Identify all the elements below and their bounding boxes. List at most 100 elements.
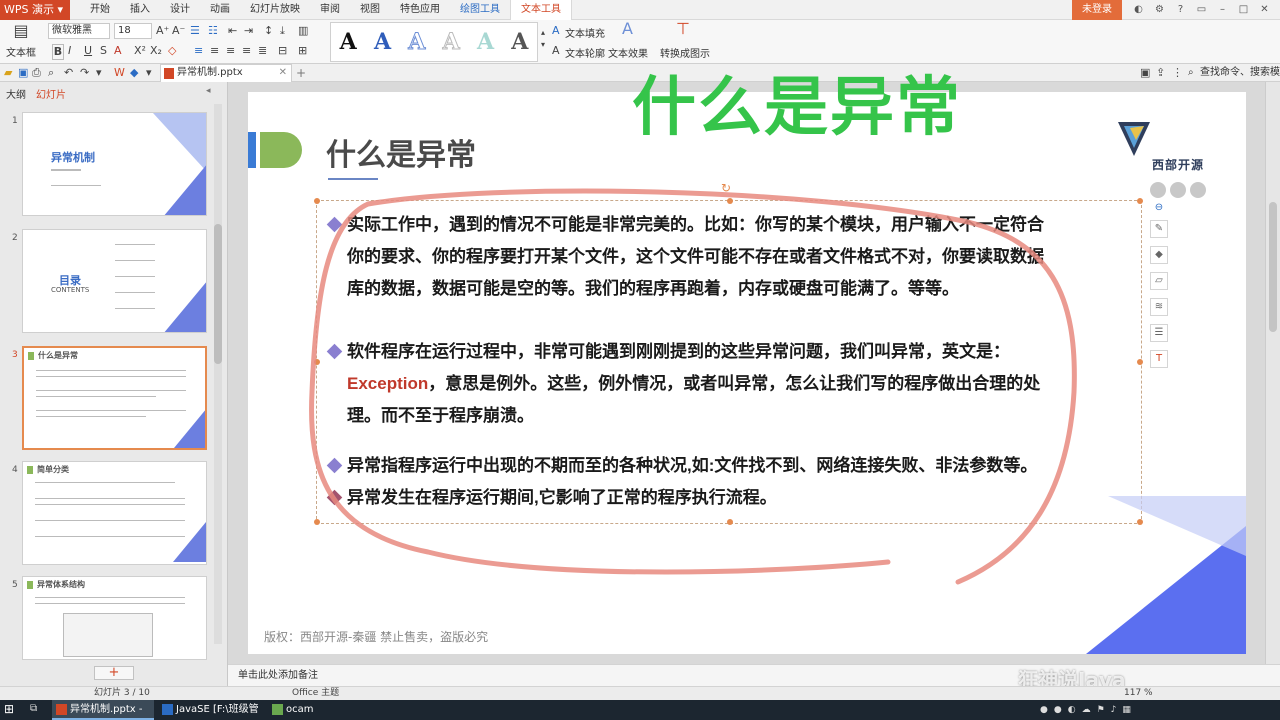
task-view-icon[interactable]: ⧉ [30, 703, 37, 714]
dot-button[interactable] [1150, 182, 1166, 198]
taskbar-item-javase[interactable]: JavaSE [F:\班级管理\... [158, 700, 264, 720]
minimize-icon[interactable]: – [1212, 0, 1233, 20]
app-menu-button[interactable]: WPS 演示 ▾ [0, 0, 70, 20]
align-tool-icon[interactable]: ☰ [1150, 324, 1168, 342]
line-spacing-icon[interactable]: ↕ [264, 24, 273, 38]
windows-start-icon[interactable]: ⊞ [4, 702, 14, 716]
text-fill-button[interactable]: 文本填充 [565, 25, 605, 40]
pane-close-icon[interactable]: ◂ [206, 86, 211, 96]
view-icon[interactable]: ▣ [1140, 66, 1150, 80]
dot-button[interactable] [1170, 182, 1186, 198]
gallery-down-icon[interactable]: ▾ [541, 38, 545, 52]
text-outline-button[interactable]: 文本轮廓 [565, 45, 605, 60]
print-icon[interactable]: ⎙ [32, 66, 41, 80]
font-name-select[interactable]: 微软雅黑 [48, 23, 110, 39]
open-folder-icon[interactable]: ▰ [4, 66, 12, 80]
align-right-icon[interactable]: ≡ [226, 44, 235, 58]
text-style-black[interactable]: A [340, 29, 357, 55]
wps-icon[interactable]: W [114, 66, 125, 80]
volume-icon[interactable]: ♪ [1111, 705, 1117, 715]
text-style-blue[interactable]: A [374, 29, 391, 55]
text-fill-icon[interactable]: A [552, 24, 560, 38]
tab-list-icon[interactable]: ▾ [146, 66, 152, 80]
zoom-out-icon[interactable]: ⊖ [1150, 200, 1168, 218]
thumbnail-scrollbar[interactable] [214, 104, 222, 644]
customize-icon[interactable]: ▾ [96, 66, 102, 80]
indent-decrease-icon[interactable]: ⇤ [228, 24, 237, 38]
taskbar-item-wps[interactable]: 异常机制.pptx - WP... [52, 700, 154, 720]
redo-icon[interactable]: ↷ [80, 66, 89, 80]
undo-icon[interactable]: ↶ [64, 66, 73, 80]
tab-drawing-tools[interactable]: 绘图工具 [450, 0, 510, 20]
underline-icon[interactable]: U [84, 44, 92, 58]
text-effect-icon[interactable]: A [622, 21, 633, 37]
outline-icon[interactable]: ▱ [1150, 272, 1168, 290]
skin-icon[interactable]: ◐ [1128, 0, 1149, 20]
textbox-icon[interactable]: ▤ [12, 23, 30, 39]
tray-icon[interactable]: ☁ [1082, 705, 1091, 715]
tab-insert[interactable]: 插入 [120, 0, 160, 20]
help-icon[interactable]: ? [1170, 0, 1191, 20]
font-size-select[interactable]: 18 [114, 23, 152, 39]
tab-slides[interactable]: 幻灯片 [36, 86, 66, 101]
slide-thumbnail-4[interactable]: 简单分类 [22, 461, 207, 565]
zoom-level[interactable]: 117 % [1124, 687, 1153, 700]
smart-icon[interactable]: ⊞ [298, 44, 307, 58]
login-button[interactable]: 未登录 [1072, 0, 1122, 20]
textbox-button[interactable]: 文本框 [6, 44, 36, 59]
tray-icon[interactable]: ◐ [1068, 705, 1076, 715]
align-center-icon[interactable]: ≡ [210, 44, 219, 58]
text-style-outline-gray[interactable]: A [442, 29, 460, 56]
text-style-gray[interactable]: A [511, 29, 528, 55]
close-icon[interactable]: ✕ [1254, 0, 1275, 20]
share-icon[interactable]: ⇪ [1156, 66, 1165, 80]
save-icon[interactable]: ▣ [18, 66, 28, 80]
search-command-icon[interactable]: ⌕ [1188, 64, 1194, 82]
tab-view[interactable]: 视图 [350, 0, 390, 20]
maximize-icon[interactable]: □ [1233, 0, 1254, 20]
text-direction-icon[interactable]: ⤓ [280, 24, 285, 38]
add-slide-button[interactable]: + [94, 666, 134, 680]
text-style-outline-blue[interactable]: A [408, 29, 426, 56]
slide-thumbnail-3[interactable]: 什么是异常 [22, 346, 207, 450]
thumbnail-scrollbar-thumb[interactable] [214, 224, 222, 364]
settings-icon[interactable]: ⚙ [1149, 0, 1170, 20]
layers-icon[interactable]: ≋ [1150, 298, 1168, 316]
grow-font-icon[interactable]: A⁺ [156, 24, 169, 38]
align-left-icon[interactable]: ≡ [194, 44, 203, 58]
bold-icon[interactable]: B [52, 44, 64, 60]
tab-features[interactable]: 特色应用 [390, 0, 450, 20]
tray-icon[interactable]: ● [1054, 705, 1062, 715]
justify-icon[interactable]: ≡ [242, 44, 251, 58]
tray-icon[interactable]: ● [1040, 705, 1048, 715]
document-tab[interactable]: 异常机制.pptx ✕ [160, 64, 292, 82]
close-tab-icon[interactable]: ✕ [279, 65, 287, 81]
font-color-icon[interactable]: A [114, 44, 122, 58]
superscript-icon[interactable]: X² [134, 44, 146, 58]
tab-slideshow[interactable]: 幻灯片放映 [240, 0, 310, 20]
align-text-icon[interactable]: ⊟ [278, 44, 287, 58]
columns-icon[interactable]: ▥ [298, 24, 308, 38]
canvas-scrollbar[interactable] [1265, 82, 1280, 664]
taskbar-item-ocam[interactable]: ocam [268, 700, 328, 720]
tab-animation[interactable]: 动画 [200, 0, 240, 20]
convert-diagram-icon[interactable]: ⊤ [676, 21, 690, 37]
tab-start[interactable]: 开始 [80, 0, 120, 20]
edit-shape-icon[interactable]: ✎ [1150, 220, 1168, 238]
add-tab-icon[interactable]: + [296, 64, 306, 82]
tab-text-tools[interactable]: 文本工具 [510, 0, 572, 20]
network-icon[interactable]: ▦ [1122, 705, 1131, 715]
bullet-list-icon[interactable]: ☰ [190, 24, 200, 38]
subscript-icon[interactable]: X₂ [150, 44, 162, 58]
dot-button[interactable] [1190, 182, 1206, 198]
tab-outline[interactable]: 大纲 [6, 86, 26, 101]
clear-format-icon[interactable]: ◇ [168, 44, 176, 58]
fill-icon[interactable]: ◆ [1150, 246, 1168, 264]
cloud-icon[interactable]: ◆ [130, 66, 138, 80]
slide-thumbnail-5[interactable]: 异常体系结构 [22, 576, 207, 660]
text-outline-icon[interactable]: A [552, 44, 560, 58]
tab-design[interactable]: 设计 [160, 0, 200, 20]
slide-thumbnail-1[interactable]: 异常机制 [22, 112, 207, 216]
distribute-icon[interactable]: ≣ [258, 44, 267, 58]
restore-icon[interactable]: ▭ [1191, 0, 1212, 20]
